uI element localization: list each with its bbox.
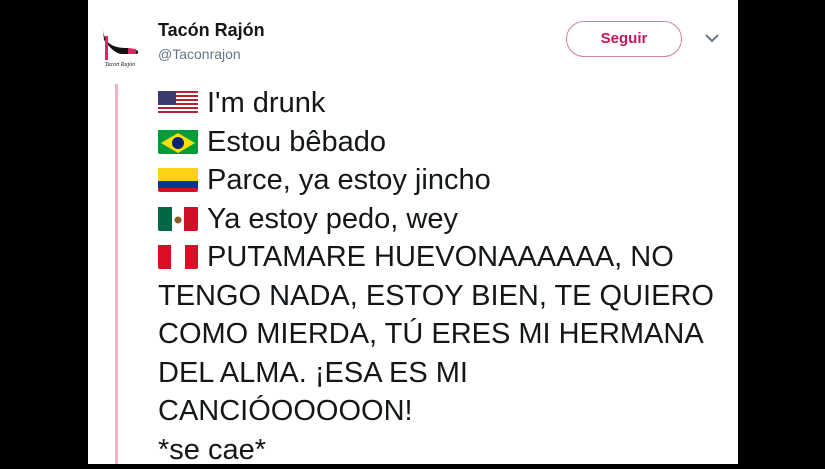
tweet-line: PUTAMARE HUEVONAAAAAA, NO TENGO NADA, ES… bbox=[158, 238, 718, 431]
tweet-line-text: Estou bêbado bbox=[207, 126, 386, 158]
tweet-line: I'm drunk bbox=[158, 84, 718, 123]
follow-button[interactable]: Seguir bbox=[566, 21, 682, 57]
svg-text:Tacon Rajón: Tacon Rajón bbox=[105, 62, 135, 68]
tweet-line-text: *se cae* bbox=[158, 434, 266, 466]
us-flag-icon bbox=[158, 89, 198, 115]
tweet-line-text: PUTAMARE HUEVONAAAAAA, NO TENGO NADA, ES… bbox=[158, 241, 714, 427]
tweet-line: Ya estoy pedo, wey bbox=[158, 200, 718, 239]
chevron-down-icon[interactable] bbox=[704, 32, 720, 44]
pe-flag-icon bbox=[158, 243, 198, 269]
tweet-text: I'm drunk Estou bêbado Parce, ya estoy j… bbox=[158, 84, 718, 469]
tweet-line: Parce, ya estoy jincho bbox=[158, 161, 718, 200]
high-heel-avatar-icon: Tacon Rajón bbox=[98, 16, 142, 68]
author-name[interactable]: Tacón Rajón bbox=[158, 20, 265, 41]
author-handle[interactable]: @Taconrajon bbox=[158, 46, 241, 62]
avatar[interactable]: Tacon Rajón bbox=[98, 16, 142, 68]
tweet-line-text: Parce, ya estoy jincho bbox=[207, 164, 491, 196]
tweet-line-text: Ya estoy pedo, wey bbox=[207, 203, 458, 235]
co-flag-icon bbox=[158, 166, 198, 192]
thread-line bbox=[115, 84, 118, 464]
mx-flag-icon bbox=[158, 205, 198, 231]
tweet-line: Estou bêbado bbox=[158, 123, 718, 162]
tweet-line-text: I'm drunk bbox=[207, 87, 325, 119]
br-flag-icon bbox=[158, 128, 198, 154]
tweet-line: *se cae* bbox=[158, 431, 718, 469]
